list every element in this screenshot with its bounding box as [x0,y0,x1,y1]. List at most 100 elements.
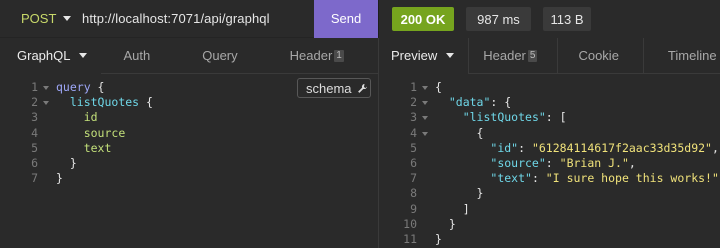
tab-graphql[interactable]: GraphQL [0,37,102,74]
code-text: } [435,217,456,232]
line-number: 4 [31,125,38,140]
code-token: ] [435,201,470,216]
code-text: listQuotes { [56,95,153,110]
code-token: } [435,186,484,201]
line-number: 3 [410,110,417,125]
code-text: } [435,186,484,201]
code-line: 1{ [379,80,720,95]
code-line: 3 "listQuotes": [ [379,110,720,125]
tab-label: Preview [391,48,438,63]
chevron-down-icon [63,16,72,21]
code-token: , [628,156,636,170]
code-token: "data" [448,95,491,110]
tab-timeline[interactable]: Timeline [644,38,717,74]
fold-toggle-icon[interactable] [422,131,428,136]
tab-cookie[interactable]: Cookie [558,38,642,74]
code-token: { [435,125,484,140]
code-line: 5 text [0,141,378,156]
code-line: 6 "source": "Brian J.", [379,156,720,171]
code-line: 10 } [379,217,720,232]
code-token: "listQuotes" [462,110,546,125]
tab-preview[interactable]: Preview [379,37,469,74]
tab-label: Header [483,48,526,63]
code-text: } [56,156,77,171]
count-badge: 1 [334,49,344,62]
line-number: 10 [403,216,417,231]
line-number: 6 [410,156,417,170]
response-preview[interactable]: 1{2 "data": {3 "listQuotes": [4 {5 "id":… [379,75,720,248]
code-line: 4 { [379,126,720,141]
code-token: { [435,80,442,94]
tab-label: Cookie [578,48,619,63]
response-size-badge: 113 B [543,7,591,31]
tab-header[interactable]: Header 5 [469,38,557,74]
graphql-query-editor[interactable]: schema 1 query {2 listQuotes {3 id 4 sourc… [0,75,378,248]
code-token: } [435,216,456,231]
send-button[interactable]: Send [314,0,378,38]
code-text: id [56,110,98,125]
code-token: listQuotes [69,95,140,110]
fold-toggle-icon[interactable] [422,101,428,106]
fold-toggle-icon[interactable] [422,116,428,121]
tab-query[interactable]: Query [176,38,263,74]
line-number: 1 [410,80,417,94]
line-number: 4 [410,125,417,140]
code-token: } [56,171,63,186]
tab-label: Query [202,48,238,63]
code-text: } [435,232,442,247]
line-number: 11 [403,232,417,246]
code-token: : [545,156,560,170]
code-line: 5 "id": "61284114617f2aac33d35d92", [379,141,720,156]
response-tabs: Preview Header 5 Cookie Timeline [379,37,720,74]
fold-toggle-icon[interactable] [43,86,49,90]
code-token: source [83,125,126,140]
request-tabs: GraphQLAuthQueryHeader1Docs [0,37,421,74]
code-text: source [56,125,126,141]
url-input[interactable]: http://localhost:7071/api/graphql [82,11,314,26]
code-line: 6 } [0,156,378,171]
code-line: 1 query { [0,80,378,95]
code-line: 2 listQuotes { [0,95,378,110]
code-token: text [83,140,112,155]
code-line: 2 "data": { [379,95,720,110]
method-label: POST [21,11,57,26]
code-line: 8 } [379,186,720,201]
code-line: 9 ] [379,202,720,217]
tab-auth[interactable]: Auth [101,38,176,74]
tab-label: Header [289,48,333,63]
tab-label: GraphQL [17,48,71,63]
code-text: "source": "Brian J.", [435,156,636,171]
code-text: "id": "61284114617f2aac33d35d92", [435,141,719,156]
line-number: 9 [410,201,417,216]
fold-toggle-icon[interactable] [422,86,428,90]
code-text: ] [435,202,470,217]
code-text: text [56,140,112,156]
tab-label: Timeline [667,48,717,63]
code-token: "Brian J." [559,156,629,170]
line-number: 2 [31,95,38,110]
line-number: 8 [410,186,417,201]
code-text: "data": { [435,95,511,110]
code-token: "source" [490,156,546,170]
top-bar: POST http://localhost:7071/api/graphql S… [0,0,720,38]
tab-header[interactable]: Header 1 [264,38,370,74]
code-text: query { [56,80,104,95]
code-text: { [435,80,442,95]
chevron-down-icon [446,53,455,58]
code-line: 7 "text": "I sure hope this works!" [379,171,720,186]
code-token: } [56,156,77,170]
response-meta-bar: 200 OK 987 ms 113 B [378,0,720,38]
method-dropdown[interactable]: POST [0,0,82,38]
code-line: 7} [0,171,378,186]
code-token: { [90,80,105,94]
code-token: query [56,80,91,94]
fold-toggle-icon[interactable] [43,101,49,106]
line-number: 3 [31,110,38,125]
code-token: , [711,140,719,155]
response-time-badge: 987 ms [466,7,531,31]
